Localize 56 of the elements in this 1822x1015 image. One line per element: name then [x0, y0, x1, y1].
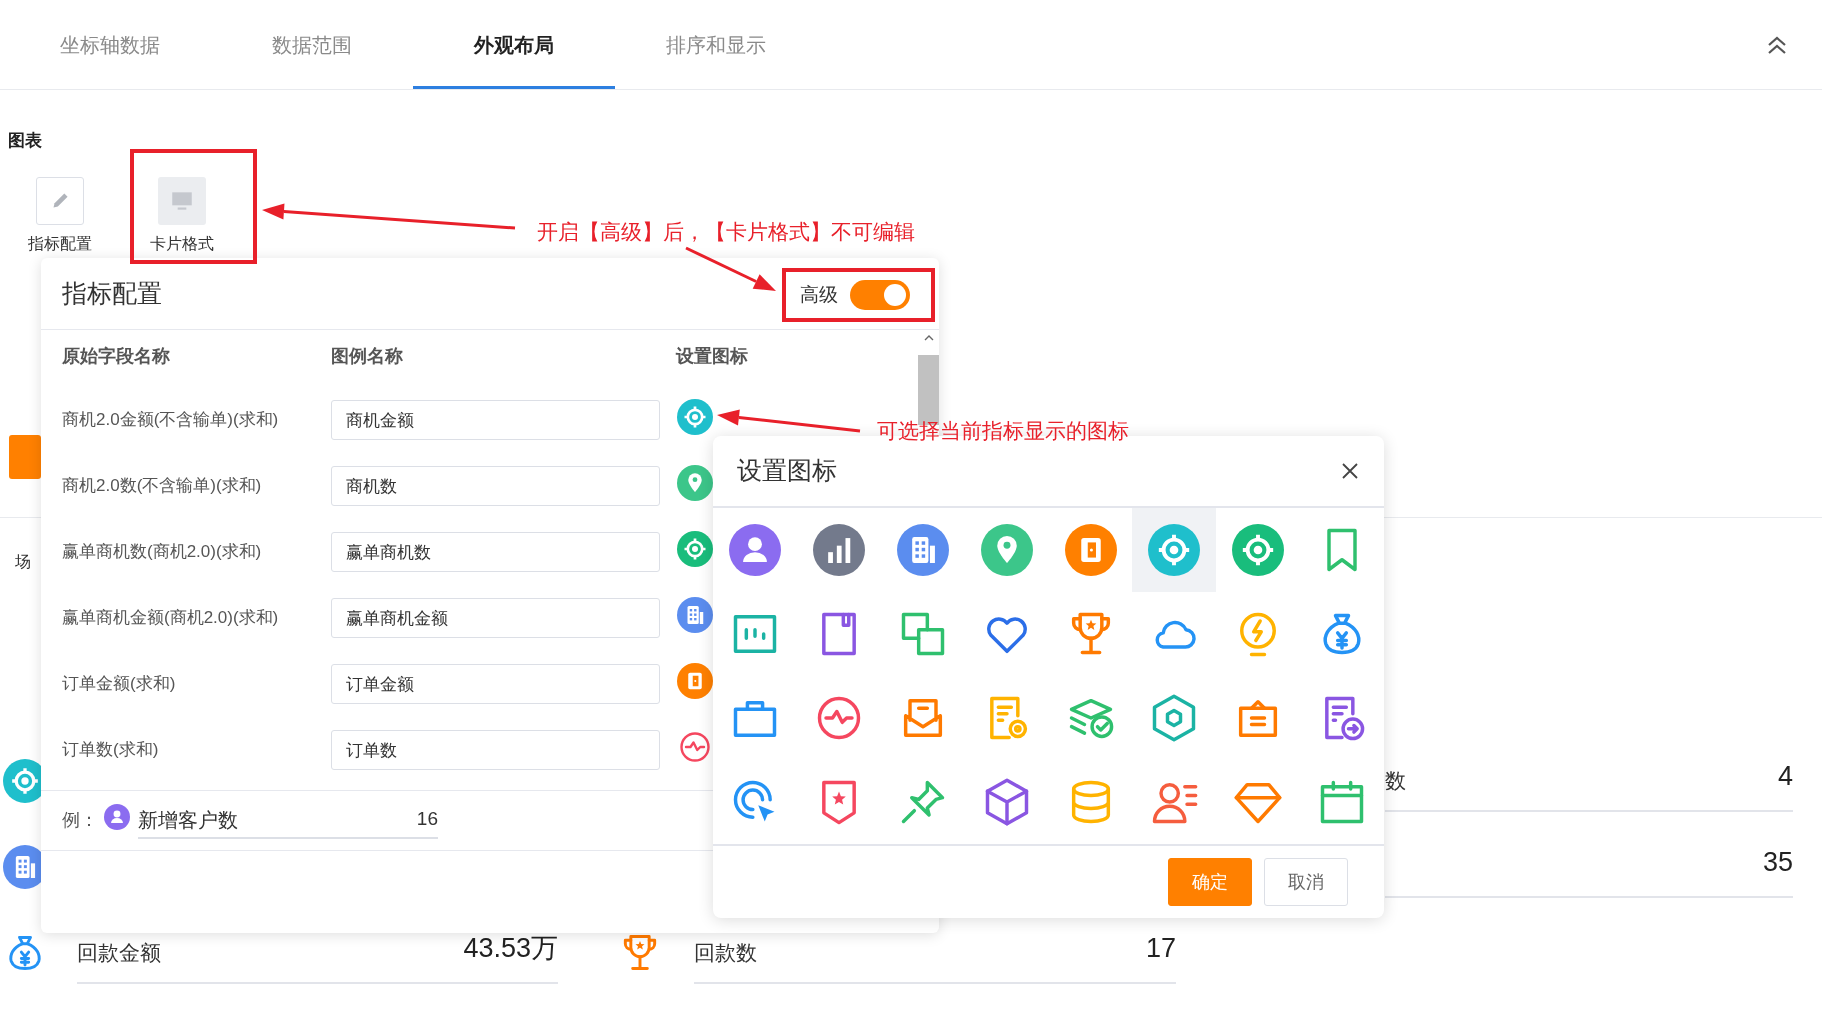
person-icon — [729, 524, 781, 576]
building-icon — [896, 524, 949, 576]
column-header: 图例名称 — [331, 344, 404, 368]
cancel-button[interactable]: 取消 — [1264, 858, 1348, 906]
example-label: 例： — [62, 809, 98, 832]
chart-type-label: 卡片格式 — [150, 234, 214, 254]
field-name: 商机2.0金额(不含输单)(求和) — [62, 409, 280, 432]
tab[interactable]: 外观布局 — [413, 0, 615, 89]
input-field[interactable]: 赢单商机数 — [331, 532, 660, 572]
input-field[interactable]: 订单金额 — [331, 664, 660, 704]
tab[interactable]: 排序和显示 — [615, 0, 817, 89]
field-name: 订单数(求和) — [62, 739, 160, 762]
column-header: 原始字段名称 — [62, 344, 171, 368]
input-field[interactable]: 商机数 — [331, 466, 660, 506]
annotation-text: 可选择当前指标显示的图标 — [877, 418, 1129, 444]
metric-label: 回款金额 — [77, 939, 161, 966]
target-icon[interactable] — [677, 530, 713, 567]
door-icon[interactable] — [677, 662, 713, 699]
target-icon[interactable] — [677, 398, 713, 435]
toggle-switch[interactable] — [850, 280, 910, 310]
annotation-text: 开启【高级】后，【卡片格式】不可编辑 — [537, 219, 915, 245]
section-title: 图表 — [8, 130, 43, 152]
person-icon — [104, 804, 130, 830]
metric-label: 回款数 — [694, 939, 757, 966]
metric-value: 35 — [1762, 845, 1793, 879]
close-icon[interactable] — [1340, 461, 1360, 481]
input-field[interactable]: 订单数 — [331, 730, 660, 770]
tab[interactable]: 数据范围 — [211, 0, 413, 89]
example-value: 16 — [416, 807, 438, 832]
metric-value: 4 — [1777, 759, 1793, 793]
partial-label: 场 — [15, 552, 32, 572]
chart-type-tile[interactable] — [36, 177, 84, 225]
input-field[interactable]: 商机金额 — [331, 400, 660, 440]
bar-chart-icon — [812, 524, 865, 576]
door-icon — [1064, 524, 1117, 576]
metric-value: 43.53万 — [463, 931, 558, 965]
icon-option[interactable] — [1132, 508, 1217, 592]
panel-title: 指标配置 — [62, 277, 162, 309]
toggle-label: 高级 — [800, 282, 838, 307]
target-icon — [1148, 524, 1201, 576]
tab[interactable]: 坐标轴数据 — [9, 0, 211, 89]
field-name: 订单金额(求和) — [62, 673, 177, 696]
field-name: 商机2.0数(不含输单)(求和) — [62, 475, 263, 498]
column-header: 设置图标 — [676, 344, 749, 368]
dialog-title: 设置图标 — [737, 455, 837, 487]
location-pin-icon[interactable] — [677, 464, 713, 501]
field-name: 赢单商机数(商机2.0)(求和) — [62, 541, 263, 564]
metric-value: 17 — [1145, 931, 1176, 965]
field-name: 赢单商机金额(商机2.0)(求和) — [62, 607, 280, 630]
chart-type-label: 指标配置 — [28, 234, 92, 254]
example-name: 新增客户数 — [138, 807, 238, 833]
target-icon — [1232, 524, 1285, 576]
building-icon[interactable] — [677, 596, 713, 633]
input-field[interactable]: 赢单商机金额 — [331, 598, 660, 638]
location-pin-icon — [980, 524, 1033, 576]
metric-label: 数 — [1385, 767, 1406, 794]
